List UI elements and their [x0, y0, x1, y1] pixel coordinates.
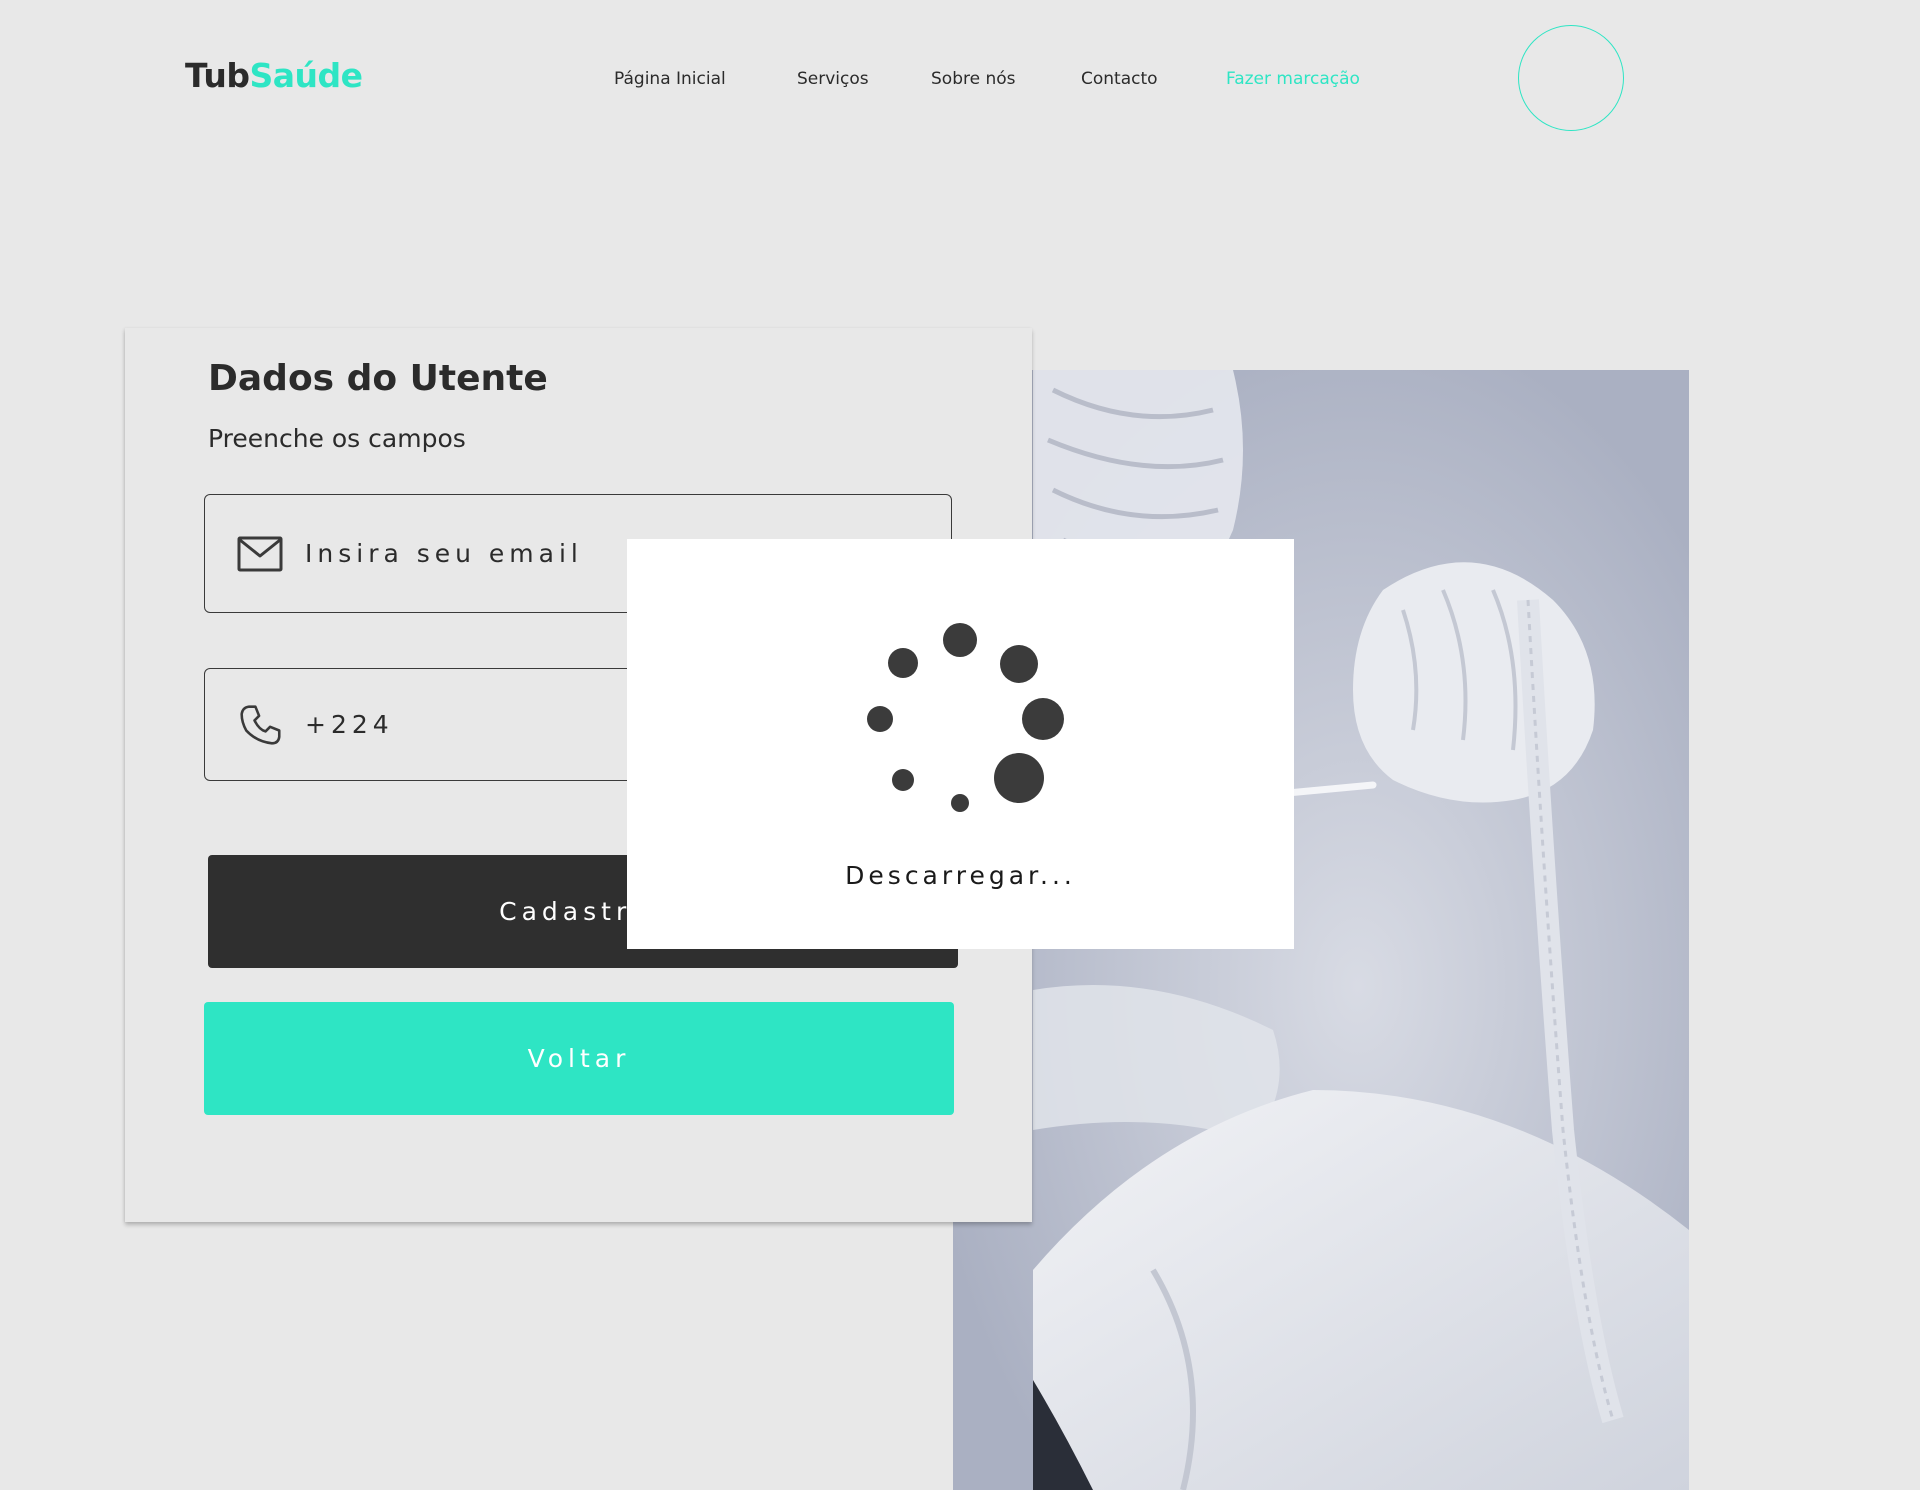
form-title: Dados do Utente: [208, 358, 548, 399]
spinner-dot: [888, 648, 918, 678]
nav-item-booking[interactable]: Fazer marcação: [1226, 69, 1360, 89]
profile-avatar-button[interactable]: [1518, 25, 1624, 131]
nav-item-contact[interactable]: Contacto: [1081, 69, 1158, 89]
brand-name-part1: Tub: [185, 56, 250, 95]
spinner-dot: [892, 769, 914, 791]
loading-text: Descarregar...: [845, 861, 1076, 890]
form-subtitle: Preenche os campos: [208, 424, 466, 453]
spinner-dot: [1000, 645, 1038, 683]
spinner-dot: [994, 753, 1044, 803]
nav-item-home[interactable]: Página Inicial: [614, 69, 726, 89]
back-button[interactable]: Voltar: [204, 1002, 954, 1115]
spinner-dot: [943, 623, 977, 657]
spinner-dot: [951, 794, 969, 812]
nav-item-about[interactable]: Sobre nós: [931, 69, 1016, 89]
envelope-icon: [237, 536, 283, 571]
spinner-dot: [867, 706, 893, 732]
spinner-dot: [1022, 698, 1064, 740]
brand-name-part2: Saúde: [249, 56, 364, 95]
brand-logo[interactable]: TubSaúde: [185, 56, 363, 95]
nav-item-services[interactable]: Serviços: [797, 69, 869, 89]
phone-icon: [240, 704, 281, 745]
loading-modal: Descarregar...: [627, 539, 1294, 949]
